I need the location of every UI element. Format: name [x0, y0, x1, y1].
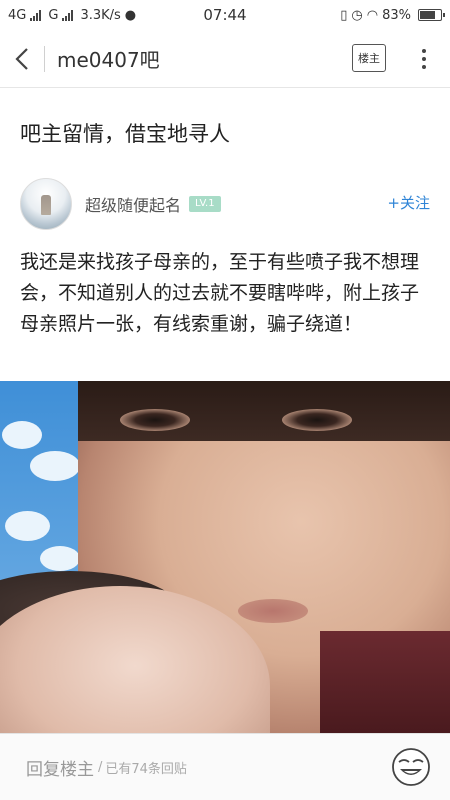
- follow-button[interactable]: +关注: [387, 192, 430, 213]
- status-bar: 4G G 3.3K/s ● 07:44 ▯ ◷ ◠ 83%: [0, 0, 450, 30]
- reply-count: 已有74条回贴: [105, 761, 187, 777]
- alarm-icon: ◷: [351, 7, 363, 23]
- level-badge: LV.1: [189, 196, 221, 212]
- status-right: ▯ ◷ ◠ 83%: [340, 7, 445, 23]
- title-bar: me0407吧 楼主: [0, 30, 450, 88]
- post-title: 吧主留情，借宝地寻人: [20, 122, 230, 146]
- post-body: 我还是来找孩子母亲的，至于有些喷子我不想理会，不知道别人的过去就不要瞎哔哔，附上…: [20, 251, 420, 335]
- battery-icon: [418, 9, 445, 21]
- title-divider: [44, 45, 45, 72]
- network-type: 4G: [8, 7, 27, 23]
- owner-only-button[interactable]: 楼主: [352, 44, 386, 72]
- post-photo[interactable]: [0, 381, 450, 733]
- author-name[interactable]: 超级随便起名: [85, 192, 181, 216]
- back-button[interactable]: [0, 30, 44, 88]
- more-button[interactable]: [414, 44, 434, 74]
- author-row: 超级随便起名 LV.1 +关注: [20, 178, 430, 230]
- signal-icon-2: [62, 9, 74, 21]
- vibrate-icon: ▯: [340, 7, 348, 23]
- network-type-2: G: [48, 7, 59, 23]
- status-left: 4G G 3.3K/s ●: [8, 8, 136, 23]
- reply-input[interactable]: 回复楼主: [26, 755, 94, 780]
- emoji-face-icon[interactable]: [390, 746, 432, 788]
- chat-icon: ●: [124, 7, 137, 23]
- back-arrow-icon: [15, 47, 28, 70]
- reply-bar[interactable]: 回复楼主 / 已有74条回贴: [0, 733, 450, 800]
- reply-separator: /: [98, 759, 103, 775]
- signal-icon: [30, 9, 42, 21]
- wifi-icon: ◠: [366, 7, 379, 23]
- forum-name[interactable]: me0407吧: [57, 44, 160, 73]
- battery-percent: 83%: [382, 7, 411, 23]
- network-speed: 3.3K/s: [80, 7, 121, 23]
- more-vertical-icon: [422, 49, 426, 53]
- avatar[interactable]: [20, 178, 72, 230]
